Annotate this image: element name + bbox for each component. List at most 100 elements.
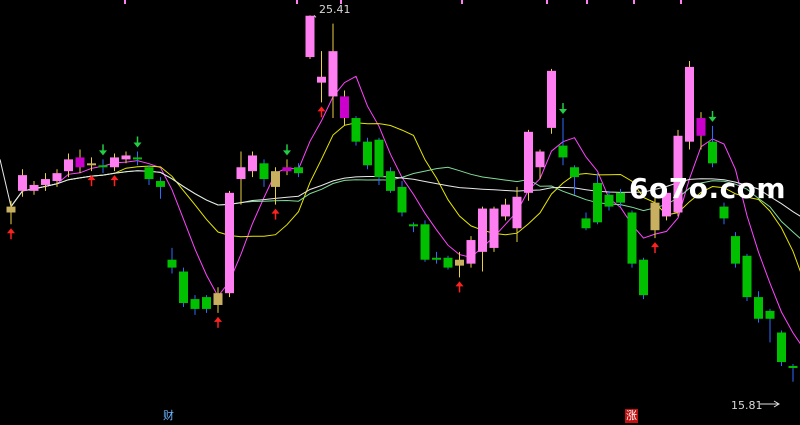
event-marker-cai[interactable]: 财: [162, 409, 175, 423]
candle-body: [570, 167, 579, 178]
event-marker-zhang[interactable]: 涨: [625, 409, 638, 423]
candle: [443, 255, 453, 270]
candle: [259, 159, 269, 187]
candle-body: [190, 299, 200, 309]
top-edge-tick: [680, 0, 682, 4]
candle-body: [535, 151, 545, 168]
candle-body: [236, 167, 246, 180]
buy-arrow: [214, 316, 222, 328]
candle: [167, 247, 177, 274]
candle: [179, 267, 188, 307]
candlestick-chart: [0, 0, 800, 408]
candle-body: [213, 293, 223, 305]
candle: [317, 51, 326, 103]
candle-body: [512, 196, 522, 229]
top-edge-tick: [633, 0, 635, 4]
candle-body: [363, 141, 372, 166]
candle: [489, 206, 499, 252]
candle: [18, 169, 27, 197]
candle-body: [317, 76, 326, 83]
candle-body: [558, 145, 568, 158]
candle-body: [156, 181, 165, 187]
candle: [144, 165, 154, 185]
candle-body: [501, 204, 510, 217]
candle: [547, 68, 556, 134]
candle: [363, 137, 372, 170]
candle: [133, 151, 142, 166]
candle-body: [386, 171, 395, 191]
candle-body: [167, 259, 177, 268]
candle-body: [432, 257, 441, 260]
candle: [236, 151, 246, 205]
candle: [409, 222, 418, 233]
candle-body: [6, 206, 16, 213]
candle: [731, 232, 740, 268]
candle-body: [18, 175, 27, 191]
candle: [535, 149, 545, 180]
candle: [75, 149, 85, 174]
candle: [248, 151, 257, 178]
candle-body: [708, 141, 717, 164]
candle-body: [696, 118, 706, 136]
candle: [685, 60, 694, 150]
candle-body: [547, 70, 556, 128]
candle-body: [627, 212, 637, 264]
candle: [754, 291, 763, 323]
candle-body: [259, 163, 269, 180]
candle-body: [409, 224, 418, 227]
buy-arrow: [110, 175, 119, 187]
candle: [190, 295, 200, 315]
candle-body: [87, 163, 96, 166]
candle-body: [202, 297, 211, 309]
ma5-line: [10, 75, 800, 345]
candle: [742, 253, 752, 302]
candle-body: [420, 224, 430, 260]
candle: [639, 257, 648, 300]
candle-body: [685, 66, 694, 142]
candle: [466, 236, 476, 268]
candle: [696, 112, 706, 150]
buy-arrow: [271, 208, 280, 220]
sell-arrow: [133, 136, 142, 148]
candle: [524, 129, 533, 201]
candle-body: [374, 139, 384, 178]
candle-body: [248, 155, 257, 172]
candles: [6, 15, 798, 382]
candle: [627, 210, 637, 268]
candle-body: [788, 365, 798, 368]
buy-arrow: [7, 228, 15, 240]
candle-body: [121, 155, 131, 160]
candle-body: [443, 257, 453, 268]
candle-body: [478, 208, 487, 252]
candle: [788, 364, 798, 382]
candle-body: [581, 218, 591, 229]
candle: [719, 202, 729, 225]
candle: [29, 181, 39, 195]
candle-body: [731, 236, 740, 264]
candle: [305, 15, 315, 60]
candle-body: [765, 310, 775, 319]
candle: [98, 159, 108, 174]
candle-body: [639, 259, 648, 296]
candle: [282, 159, 292, 176]
candle-body: [604, 194, 614, 207]
top-edge-tick: [296, 0, 298, 4]
candle: [6, 200, 16, 225]
candle: [386, 167, 395, 193]
candle: [593, 173, 602, 225]
moving-average-lines: [0, 75, 800, 345]
candle: [708, 125, 717, 168]
candle: [420, 220, 430, 262]
candle: [110, 153, 119, 172]
candle: [478, 206, 487, 272]
candle: [294, 163, 303, 178]
candle: [225, 190, 234, 298]
low-price-label: 15.81: [731, 399, 763, 412]
candle-body: [340, 96, 349, 119]
candle-body: [742, 255, 752, 298]
candle: [41, 173, 50, 191]
candle-body: [179, 271, 188, 304]
candle: [558, 118, 568, 166]
buy-arrow: [455, 281, 464, 293]
candle: [765, 308, 775, 343]
